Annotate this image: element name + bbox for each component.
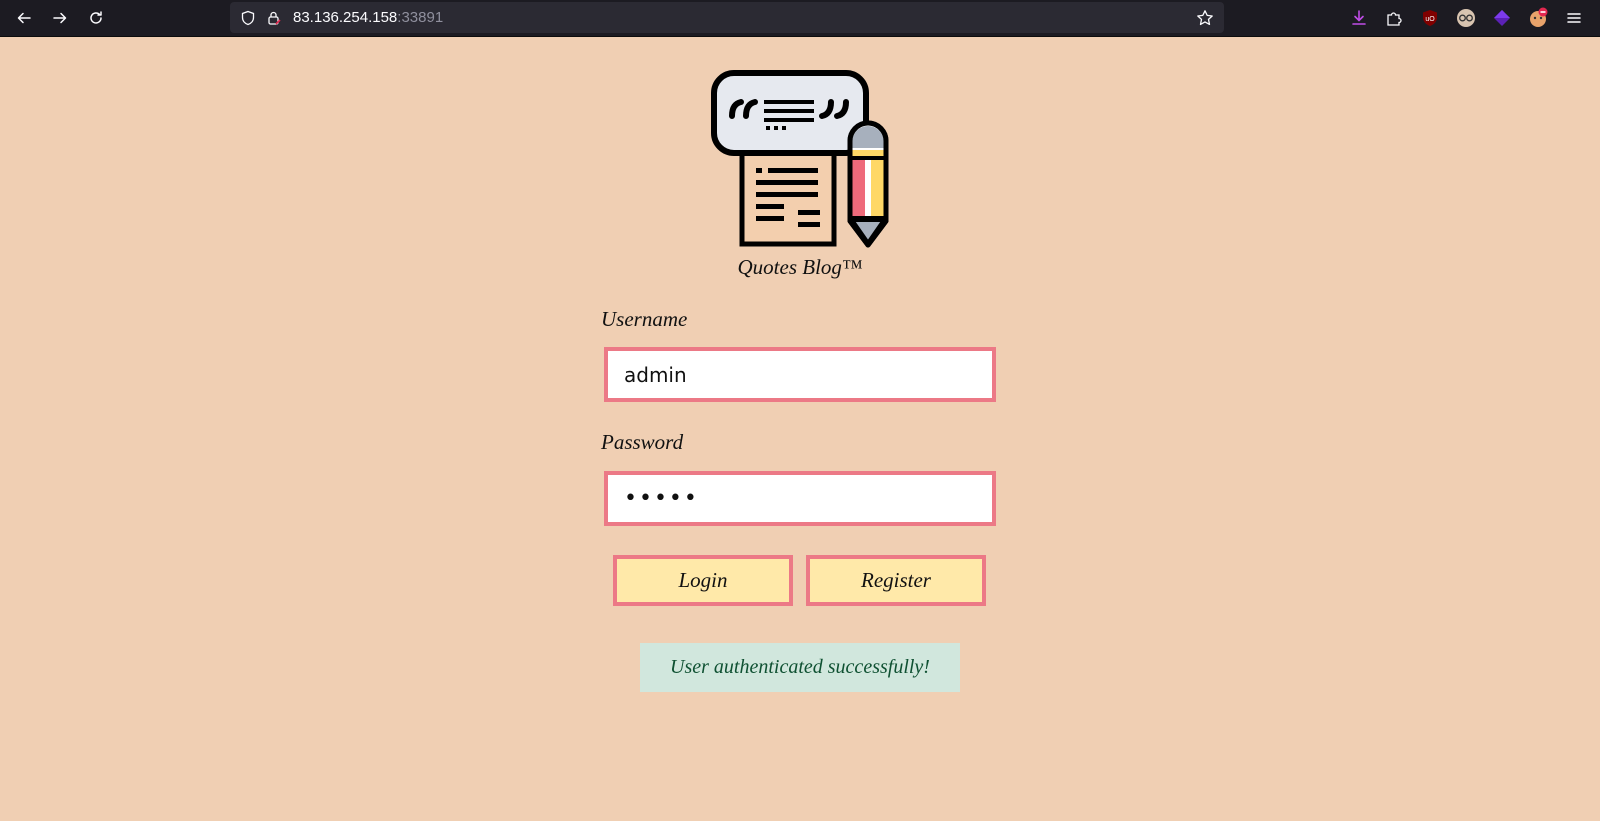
username-value: admin [624,362,687,387]
browser-toolbar: 83.136.254.158:33891 uO [0,0,1600,37]
url-bar[interactable]: 83.136.254.158:33891 [230,2,1224,33]
brand-name: Quotes Blog™ [737,255,863,279]
ublock-icon[interactable]: uO [1418,6,1442,30]
svg-text:uO: uO [1425,16,1435,23]
puzzle-icon[interactable] [1382,6,1406,30]
username-input[interactable]: admin [604,347,996,402]
download-icon[interactable] [1347,6,1371,30]
reload-icon[interactable] [84,6,108,30]
url-port: :33891 [397,9,444,26]
password-value: ••••• [624,486,699,511]
back-arrow-icon[interactable] [12,6,36,30]
quotes-blog-logo-icon [711,70,889,248]
lock-icon[interactable] [266,10,282,26]
password-input[interactable]: ••••• [604,471,996,526]
login-button[interactable]: Login [613,555,793,606]
glasses-extension-icon[interactable] [1454,6,1478,30]
forward-arrow-icon[interactable] [48,6,72,30]
shield-icon[interactable] [240,10,256,26]
url-host: 83.136.254.158 [293,9,398,26]
url-text[interactable]: 83.136.254.158:33891 [293,9,443,26]
star-icon[interactable] [1196,9,1214,27]
avatar-extension-icon[interactable] [1526,6,1550,30]
hamburger-icon[interactable] [1562,6,1586,30]
register-button[interactable]: Register [806,555,986,606]
username-label: Username [601,307,688,331]
password-label: Password [601,430,684,454]
success-alert: User authenticated successfully! [640,643,960,692]
diamond-extension-icon[interactable] [1490,6,1514,30]
